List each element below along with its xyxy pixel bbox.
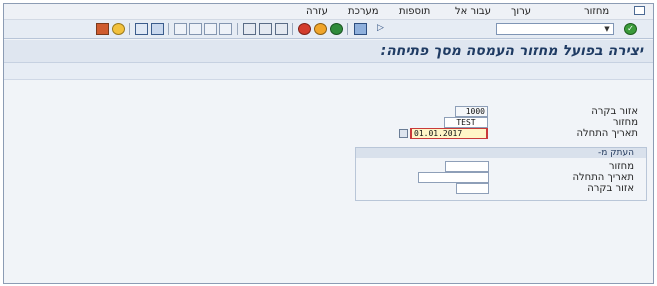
- prev-page-icon[interactable]: [204, 23, 217, 35]
- standard-toolbar: ▷ ▼ ✓: [4, 20, 653, 39]
- title-bar: יצירה בפועל מחזור העמסה מסך פתיחה:: [4, 40, 653, 63]
- next-page-icon[interactable]: [189, 23, 202, 35]
- page-title: יצירה בפועל מחזור העמסה מסך פתיחה:: [380, 43, 643, 59]
- toolbar-separator: [347, 23, 348, 35]
- first-page-icon[interactable]: [219, 23, 232, 35]
- shortcut-icon[interactable]: [135, 23, 148, 35]
- cancel-icon[interactable]: [298, 23, 311, 35]
- toolbar-separator: [292, 23, 293, 35]
- chevron-down-icon[interactable]: ▼: [602, 25, 612, 33]
- menu-goto[interactable]: עבור אל: [455, 6, 491, 17]
- input-arrow-icon: ▷: [377, 23, 384, 33]
- copy-area-label: אזור בקרה: [587, 183, 634, 194]
- cycle-label: מחזור: [612, 117, 638, 128]
- toolbar-separator: [129, 23, 130, 35]
- toolbar-separator: [168, 23, 169, 35]
- menu-extras[interactable]: תוספות: [399, 6, 430, 17]
- menu-edit[interactable]: ערוך: [511, 6, 531, 17]
- start-date-label: תאריך התחלה: [576, 128, 638, 139]
- enter-icon[interactable]: ✓: [624, 23, 637, 35]
- sap-window: עזרה מערכת תוספות עבור אל ערוך מחזור ▷ ▼: [3, 3, 654, 284]
- menu-cycle[interactable]: מחזור: [584, 6, 609, 17]
- exit-icon[interactable]: [314, 23, 327, 35]
- purchasing-area-label: אזור בקרה: [591, 106, 638, 117]
- menu-help[interactable]: עזרה: [306, 6, 328, 17]
- new-session-icon[interactable]: [151, 23, 164, 35]
- system-menu-icon[interactable]: [634, 6, 645, 15]
- help-icon[interactable]: [112, 23, 125, 35]
- last-page-icon[interactable]: [174, 23, 187, 35]
- toolbar-separator: [237, 23, 238, 35]
- print-icon[interactable]: [275, 23, 288, 35]
- menu-bar: עזרה מערכת תוספות עבור אל ערוך מחזור: [4, 4, 653, 20]
- copy-start-date-field[interactable]: [418, 172, 489, 183]
- copy-start-date-label: תאריך התחלה: [572, 172, 634, 183]
- copy-cycle-field[interactable]: [445, 161, 489, 172]
- calendar-icon[interactable]: [399, 129, 408, 138]
- copy-from-title: העתק מ-: [597, 148, 634, 158]
- start-date-field[interactable]: 01.01.2017: [410, 128, 488, 139]
- command-field[interactable]: ▼: [496, 23, 614, 35]
- find-next-icon[interactable]: [243, 23, 256, 35]
- cycle-field[interactable]: TEST: [444, 117, 488, 128]
- back-icon[interactable]: [330, 23, 343, 35]
- purchasing-area-field[interactable]: 1000: [455, 106, 488, 117]
- find-icon[interactable]: [259, 23, 272, 35]
- customize-layout-icon[interactable]: [96, 23, 109, 35]
- save-icon[interactable]: [354, 23, 367, 35]
- copy-cycle-label: מחזור: [608, 161, 634, 172]
- copy-area-field[interactable]: [456, 183, 489, 194]
- copy-from-group: העתק מ- מחזור תאריך התחלה אזור בקרה: [355, 147, 647, 201]
- application-toolbar: [4, 63, 653, 80]
- menu-system[interactable]: מערכת: [348, 6, 379, 17]
